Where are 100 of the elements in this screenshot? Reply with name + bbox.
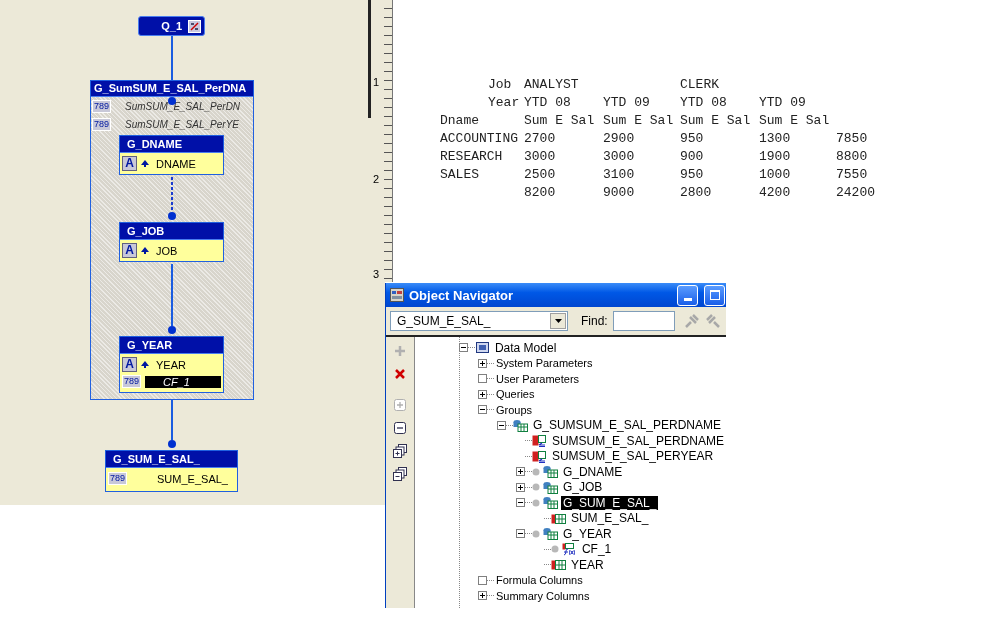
database-table-icon xyxy=(542,480,558,494)
tree-item[interactable]: SUMSUM_E_SAL_PERDNAME xyxy=(549,433,726,448)
report-text: 2800 xyxy=(680,184,713,202)
column-name[interactable]: YEAR xyxy=(153,358,189,371)
report-text: 4200 xyxy=(759,184,792,202)
report-text: 900 xyxy=(680,148,705,166)
empty-toggle-icon[interactable] xyxy=(477,374,487,384)
group-title: G_JOB xyxy=(120,223,223,240)
report-text: ANALYST xyxy=(524,76,580,94)
tree-folder[interactable]: Summary Columns xyxy=(493,588,592,603)
number-type-icon: 789 xyxy=(92,118,112,131)
column-icon xyxy=(550,511,566,525)
ruler-number: 3 xyxy=(373,268,380,280)
group-title: G_YEAR xyxy=(120,337,223,354)
tree-folder[interactable]: User Parameters xyxy=(493,371,582,386)
tree-item[interactable]: Data Model xyxy=(492,340,559,355)
report-text: 1900 xyxy=(759,148,792,166)
dot-icon xyxy=(531,483,540,492)
sort-arrow-icon xyxy=(141,361,149,368)
query-name: Q_1 xyxy=(161,20,182,32)
report-text: Job xyxy=(488,76,513,94)
collapse-toggle-icon[interactable] xyxy=(458,343,468,353)
tree-item[interactable]: G_JOB xyxy=(560,480,605,495)
group-box[interactable]: G_DNAME A DNAME xyxy=(119,135,224,175)
group-dropdown[interactable]: G_SUM_E_SAL_ xyxy=(390,311,568,331)
expand-toggle-icon[interactable] xyxy=(477,591,487,601)
tree-folder[interactable]: Groups xyxy=(493,402,534,417)
collapse-toggle-icon[interactable] xyxy=(515,498,525,508)
report-text: SALES xyxy=(440,166,480,184)
data-model-icon xyxy=(474,341,490,355)
column-name[interactable]: DNAME xyxy=(153,157,199,170)
dropdown-arrow-icon xyxy=(554,319,562,323)
tree-item[interactable]: G_SUM_E_SAL_ xyxy=(560,495,659,510)
ruler-number: 2 xyxy=(373,173,380,185)
connector-dot xyxy=(168,212,176,220)
tree-item[interactable]: G_SUMSUM_E_SAL_PERDNAME xyxy=(530,418,723,433)
column-name[interactable]: CF_1 xyxy=(145,375,221,388)
collapse-toggle-icon[interactable] xyxy=(496,420,506,430)
report-text: YTD 08 xyxy=(680,94,728,112)
report-text: 1300 xyxy=(759,130,792,148)
collapse-icon[interactable] xyxy=(391,420,408,436)
tree-item[interactable]: SUMSUM_E_SAL_PERYEAR xyxy=(549,449,716,464)
group-box[interactable]: G_YEAR A YEAR 789 CF_1 xyxy=(119,336,224,393)
report-text: 7550 xyxy=(836,166,869,184)
sort-arrow-icon xyxy=(141,247,149,254)
report-text: 9000 xyxy=(603,184,636,202)
report-text: Sum E Sal xyxy=(680,112,752,130)
expand-toggle-icon[interactable] xyxy=(515,482,525,492)
column-name[interactable]: SUM_E_SAL_ xyxy=(131,472,231,485)
expand-toggle-icon[interactable] xyxy=(477,389,487,399)
expand-toggle-icon[interactable] xyxy=(477,358,487,368)
tree-item[interactable]: YEAR xyxy=(568,557,606,572)
sort-arrow-icon xyxy=(141,160,149,167)
number-type-icon: 789 xyxy=(108,472,128,485)
tree-folder[interactable]: System Parameters xyxy=(493,356,595,371)
report-text: 8200 xyxy=(524,184,557,202)
column-icon xyxy=(550,558,566,572)
formula-icon xyxy=(561,542,577,556)
report-text: 2700 xyxy=(524,130,557,148)
report-text: 8800 xyxy=(836,148,869,166)
connector-dot xyxy=(168,440,176,448)
minimize-button[interactable] xyxy=(677,284,698,306)
minimize-icon xyxy=(683,297,692,301)
tree-item[interactable]: G_DNAME xyxy=(560,464,625,479)
expand-toggle-icon[interactable] xyxy=(515,467,525,477)
maximize-icon xyxy=(709,290,720,300)
connector-line xyxy=(171,35,173,81)
report-text: 2900 xyxy=(603,130,636,148)
empty-toggle-icon[interactable] xyxy=(477,575,487,585)
report-text: YTD 09 xyxy=(759,94,807,112)
number-type-icon: 789 xyxy=(122,375,142,388)
app-icon xyxy=(390,288,404,302)
collapse-toggle-icon[interactable] xyxy=(515,529,525,539)
report-text: 950 xyxy=(680,130,705,148)
report-text: ACCOUNTING xyxy=(440,130,519,148)
tree-item[interactable]: CF_1 xyxy=(579,542,614,557)
connector-dot xyxy=(168,326,176,334)
group-box[interactable]: G_JOB A JOB xyxy=(119,222,224,262)
sql-icon xyxy=(188,19,201,33)
report-text: 3000 xyxy=(603,148,636,166)
collapse-all-icon[interactable] xyxy=(391,466,408,482)
expand-all-icon[interactable] xyxy=(391,443,408,459)
maximize-button[interactable] xyxy=(704,284,725,306)
group-box[interactable]: G_SUM_E_SAL_ 789 SUM_E_SAL_ xyxy=(105,450,238,492)
query-box[interactable]: Q_1 xyxy=(138,16,205,36)
report-text: 2500 xyxy=(524,166,557,184)
tree-folder[interactable]: Queries xyxy=(493,387,537,402)
character-type-icon: A xyxy=(122,243,137,258)
dot-icon xyxy=(531,467,540,476)
database-table-icon xyxy=(542,465,558,479)
find-field[interactable] xyxy=(612,311,675,331)
character-type-icon: A xyxy=(122,156,137,171)
summary-column-icon xyxy=(531,449,547,463)
column-name[interactable]: JOB xyxy=(153,244,181,257)
tree-item[interactable]: G_YEAR xyxy=(560,526,614,541)
number-type-icon: 789 xyxy=(92,100,112,113)
tree-folder[interactable]: Formula Columns xyxy=(493,573,585,588)
collapse-toggle-icon[interactable] xyxy=(477,405,487,415)
find-label: Find: xyxy=(581,314,608,328)
tree-item[interactable]: SUM_E_SAL_ xyxy=(568,511,651,526)
